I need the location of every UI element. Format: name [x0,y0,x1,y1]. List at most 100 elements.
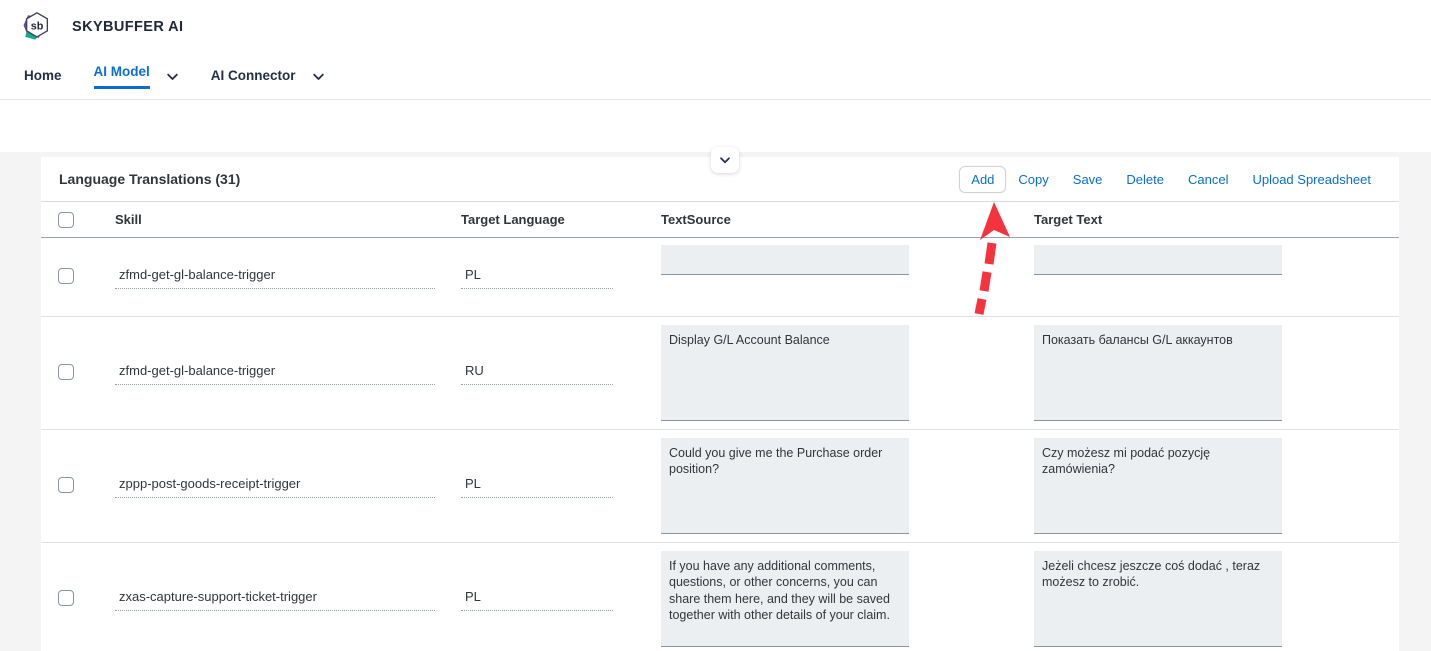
cell-target-text [1031,237,1399,317]
nav-item-ai-connector-label: AI Connector [210,67,296,83]
cell-target-text [1031,542,1399,651]
chevron-down-icon[interactable] [312,70,325,83]
target-text-wrap [1031,245,1399,308]
save-button[interactable]: Save [1061,166,1115,193]
target-language-input[interactable]: PL [461,586,613,612]
column-header-skill[interactable]: Skill [85,202,453,238]
nav-group-ai-connector: AI Connector [209,53,325,99]
cell-skill: zxas-capture-support-ticket-trigger [85,542,453,651]
page-title: Language Translations (31) [59,171,241,187]
table-header-row: Skill Target Language TextSource Target … [41,202,1399,238]
app-root: sb SKYBUFFER AI Home AI Model AI Connect… [0,0,1431,651]
row-select-cell [41,429,85,543]
delete-button[interactable]: Delete [1114,166,1176,193]
table-row[interactable]: zfmd-get-gl-balance-trigger RU [41,316,1399,430]
row-checkbox[interactable] [58,268,74,285]
textsource-textarea[interactable] [661,245,909,276]
copy-button[interactable]: Copy [1006,166,1060,193]
nav-group-ai-model: AI Model [92,53,179,99]
target-language-field-wrap: PL [453,473,653,499]
cell-target-language: RU [453,316,653,430]
cell-skill: zfmd-get-gl-balance-trigger [85,316,453,430]
column-header-target-text-label: Target Text [1034,211,1103,227]
content-spacer [0,100,1431,152]
svg-text:sb: sb [31,20,44,32]
column-header-textsource-label: TextSource [661,211,731,227]
translations-table: Skill Target Language TextSource Target … [41,202,1399,651]
brand-bar: sb SKYBUFFER AI [0,0,1431,53]
skill-input[interactable]: zfmd-get-gl-balance-trigger [115,360,435,386]
language-translations-card: Language Translations (31) Add Copy Save… [41,157,1399,651]
upload-spreadsheet-button[interactable]: Upload Spreadsheet [1240,166,1383,193]
target-language-field-wrap: PL [453,586,653,612]
column-header-target-language[interactable]: Target Language [453,202,653,238]
column-header-skill-label: Skill [115,211,142,227]
chevron-down-icon [720,157,730,164]
target-text-wrap [1031,437,1399,534]
row-select-cell [41,237,85,317]
select-all-checkbox[interactable] [58,211,74,228]
cell-textsource [653,429,1031,543]
textsource-wrap [653,324,1031,421]
nav-item-ai-model[interactable]: AI Model [92,53,152,99]
target-language-input[interactable]: PL [461,473,613,499]
target-text-textarea[interactable] [1034,550,1282,647]
nav-item-ai-model-label: AI Model [93,64,150,89]
cell-textsource [653,316,1031,430]
nav-item-home[interactable]: Home [22,53,64,99]
column-header-target-language-label: Target Language [461,211,565,227]
target-text-textarea[interactable] [1034,437,1282,534]
table-row[interactable]: zppp-post-goods-receipt-trigger PL [41,429,1399,543]
nav-item-home-label: Home [24,67,62,83]
row-select-cell [41,316,85,430]
skill-field-wrap: zfmd-get-gl-balance-trigger [85,360,453,386]
target-text-wrap [1031,550,1399,647]
skill-field-wrap: zxas-capture-support-ticket-trigger [85,586,453,612]
collapse-section-button[interactable] [711,147,739,173]
textsource-textarea[interactable] [661,437,909,534]
row-checkbox[interactable] [58,364,74,381]
skill-field-wrap: zfmd-get-gl-balance-trigger [85,264,453,290]
cell-target-text [1031,429,1399,543]
nav-item-ai-connector[interactable]: AI Connector [209,53,298,99]
target-language-input[interactable]: PL [461,264,613,290]
skill-input[interactable]: zfmd-get-gl-balance-trigger [115,264,435,290]
table-header: Skill Target Language TextSource Target … [41,202,1399,238]
skill-input[interactable]: zppp-post-goods-receipt-trigger [115,473,435,499]
cell-textsource [653,542,1031,651]
chevron-down-icon[interactable] [166,70,179,83]
cell-target-language: PL [453,542,653,651]
textsource-textarea[interactable] [661,324,909,421]
row-checkbox[interactable] [58,590,74,607]
cell-skill: zppp-post-goods-receipt-trigger [85,429,453,543]
table-row[interactable]: zfmd-get-gl-balance-trigger PL [41,237,1399,317]
skybuffer-logo: sb [18,8,56,46]
cell-target-text [1031,316,1399,430]
column-header-target-text[interactable]: Target Text [1031,202,1399,238]
cell-skill: zfmd-get-gl-balance-trigger [85,237,453,317]
cell-target-language: PL [453,429,653,543]
target-language-field-wrap: PL [453,264,653,290]
target-text-wrap [1031,324,1399,421]
column-header-textsource[interactable]: TextSource [653,202,1031,238]
cell-textsource [653,237,1031,317]
textsource-textarea[interactable] [661,550,909,647]
skill-input[interactable]: zxas-capture-support-ticket-trigger [115,586,435,612]
target-language-field-wrap: RU [453,360,653,386]
table-row[interactable]: zxas-capture-support-ticket-trigger PL [41,542,1399,651]
row-checkbox[interactable] [58,477,74,494]
target-text-textarea[interactable] [1034,324,1282,421]
row-select-cell [41,542,85,651]
card-toolbar: Add Copy Save Delete Cancel Upload Sprea… [959,165,1383,193]
target-text-textarea[interactable] [1034,245,1282,276]
textsource-wrap [653,437,1031,534]
textsource-wrap [653,245,1031,308]
cancel-button[interactable]: Cancel [1176,166,1240,193]
textsource-wrap [653,550,1031,647]
main-nav: Home AI Model AI Connector [0,53,1431,100]
skill-field-wrap: zppp-post-goods-receipt-trigger [85,473,453,499]
cell-target-language: PL [453,237,653,317]
add-button[interactable]: Add [959,165,1007,193]
target-language-input[interactable]: RU [461,360,613,386]
select-all-header [41,202,85,238]
